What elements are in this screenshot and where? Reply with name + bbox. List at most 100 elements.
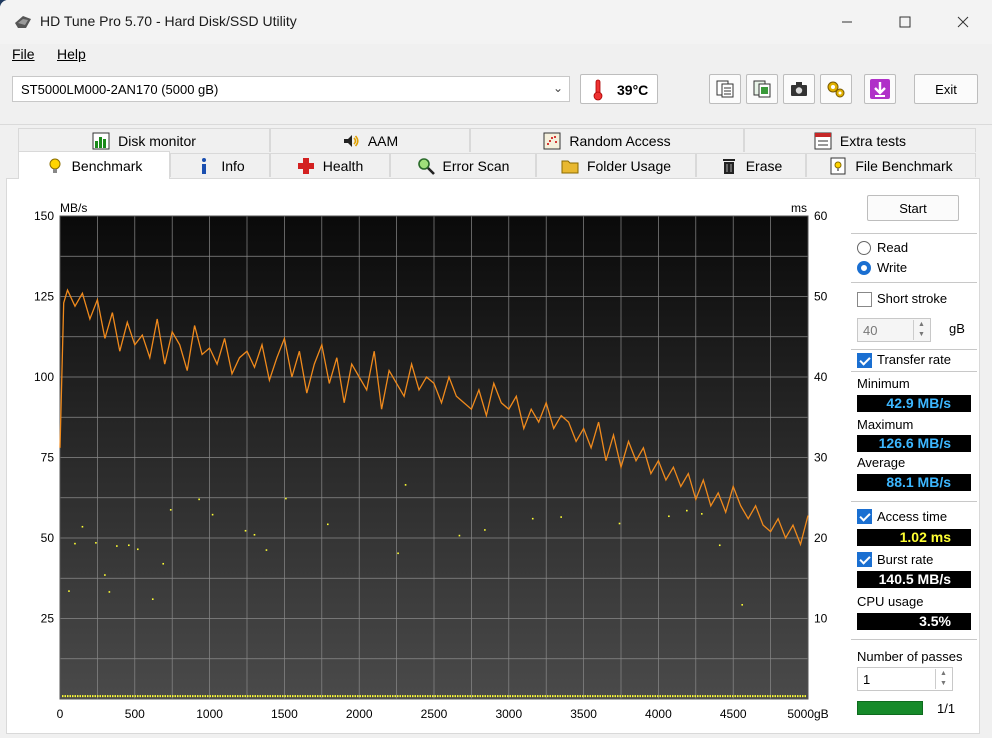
tab-file-benchmark[interactable]: File Benchmark bbox=[806, 153, 976, 177]
options-button[interactable] bbox=[820, 74, 852, 104]
access-time-checkbox[interactable] bbox=[857, 509, 872, 524]
info-icon bbox=[202, 157, 207, 174]
access-time-point bbox=[560, 516, 562, 518]
tab-erase[interactable]: Erase bbox=[696, 153, 806, 177]
copy-info-icon bbox=[753, 80, 771, 98]
tab-info[interactable]: Info bbox=[170, 153, 270, 177]
x-tick-label: 3000 bbox=[495, 707, 522, 721]
divider bbox=[851, 639, 977, 640]
x-tick-label: 1500 bbox=[271, 707, 298, 721]
write-label: Write bbox=[877, 260, 908, 275]
tab-aam[interactable]: AAM bbox=[270, 128, 470, 152]
save-button[interactable] bbox=[864, 74, 896, 104]
health-cross-icon bbox=[297, 157, 314, 174]
divider bbox=[851, 233, 977, 234]
average-value: 88.1 MB/s bbox=[857, 474, 971, 491]
tab-benchmark[interactable]: Benchmark bbox=[18, 151, 170, 179]
toolbar: ST5000LM000-2AN170 (5000 gB) ⌄ 39°C Exit bbox=[0, 66, 992, 120]
random-access-icon bbox=[543, 132, 561, 149]
x-tick-label: 1000 bbox=[196, 707, 223, 721]
menu-bar: File Help bbox=[0, 44, 992, 66]
screenshot-button[interactable] bbox=[783, 74, 815, 104]
start-button[interactable]: Start bbox=[867, 195, 959, 221]
menu-file-label: File bbox=[12, 46, 35, 62]
maximum-label: Maximum bbox=[857, 417, 914, 432]
exit-button[interactable]: Exit bbox=[914, 74, 978, 104]
y-right-tick-label: 40 bbox=[814, 370, 828, 384]
menu-help[interactable]: Help bbox=[57, 46, 86, 62]
close-icon bbox=[957, 16, 969, 28]
access-time-point bbox=[162, 562, 165, 565]
read-label: Read bbox=[877, 240, 909, 255]
access-time-point bbox=[531, 517, 534, 520]
x-tick-label: 2000 bbox=[346, 707, 373, 721]
access-time-point bbox=[211, 513, 214, 516]
maximize-icon bbox=[899, 16, 911, 28]
access-time-point bbox=[668, 515, 670, 518]
burst-rate-checkbox[interactable] bbox=[857, 552, 872, 567]
window-title: HD Tune Pro 5.70 - Hard Disk/SSD Utility bbox=[40, 13, 297, 29]
tab-folder-usage[interactable]: Folder Usage bbox=[536, 153, 696, 177]
tab-label: Info bbox=[221, 157, 245, 174]
access-time-value: 1.02 ms bbox=[857, 529, 971, 546]
copy-info-button[interactable] bbox=[746, 74, 778, 104]
close-button[interactable] bbox=[934, 0, 992, 44]
camera-icon bbox=[791, 82, 807, 96]
speaker-icon bbox=[343, 134, 359, 147]
drive-select[interactable]: ST5000LM000-2AN170 (5000 gB) ⌄ bbox=[12, 76, 570, 102]
tab-label: Health bbox=[322, 157, 364, 174]
y-right-tick-label: 50 bbox=[814, 290, 828, 304]
tab-extra-tests[interactable]: Extra tests bbox=[744, 128, 976, 152]
divider bbox=[851, 371, 977, 372]
stroke-size-value: 40 bbox=[863, 323, 878, 338]
passes-label: Number of passes bbox=[857, 649, 963, 664]
y-left-tick-label: 100 bbox=[34, 370, 54, 384]
cpu-usage-label: CPU usage bbox=[857, 594, 924, 609]
access-time-point bbox=[326, 523, 329, 526]
minimize-button[interactable] bbox=[818, 0, 876, 44]
chart-svg: MB/s ms 0 500 1000 1500 2000 2500 3000 3500 4000… bbox=[34, 201, 829, 721]
menu-file[interactable]: File bbox=[12, 46, 35, 62]
cpu-usage-value: 3.5% bbox=[857, 613, 971, 630]
drive-select-value: ST5000LM000-2AN170 (5000 gB) bbox=[21, 82, 219, 97]
tab-label: Disk monitor bbox=[118, 132, 196, 149]
write-radio[interactable] bbox=[857, 261, 871, 275]
stepper-arrows-icon[interactable]: ▲ ▼ bbox=[935, 669, 951, 689]
stroke-size-stepper[interactable]: 40 ▲ ▼ bbox=[857, 318, 931, 342]
y-right-tick-label: 30 bbox=[814, 451, 828, 465]
access-time-point bbox=[244, 529, 247, 532]
tab-random-access[interactable]: Random Access bbox=[470, 128, 744, 152]
copy-text-button[interactable] bbox=[709, 74, 741, 104]
folder-icon bbox=[561, 160, 579, 173]
maximum-value: 126.6 MB/s bbox=[857, 435, 971, 452]
access-time-point bbox=[700, 513, 703, 515]
extra-tests-icon bbox=[814, 132, 832, 149]
tab-label: Benchmark bbox=[71, 157, 143, 174]
title-bar: HD Tune Pro 5.70 - Hard Disk/SSD Utility bbox=[0, 0, 992, 44]
divider bbox=[851, 501, 977, 502]
passes-stepper[interactable]: 1 ▲ ▼ bbox=[857, 667, 953, 691]
benchmark-panel: MB/s ms 0 500 1000 1500 2000 2500 3000 3500 4000… bbox=[6, 178, 980, 734]
access-time-point bbox=[136, 548, 139, 551]
transfer-rate-chart: MB/s ms 0 500 1000 1500 2000 2500 3000 3500 4000… bbox=[7, 179, 847, 735]
y-left-tick-label: 75 bbox=[41, 451, 55, 465]
control-panel: Start Read Write Short stroke 40 ▲ ▼ gB T… bbox=[849, 179, 979, 735]
maximize-button[interactable] bbox=[876, 0, 934, 44]
y-left-tick-label: 50 bbox=[41, 531, 55, 545]
short-stroke-checkbox[interactable] bbox=[857, 292, 872, 307]
access-time-point bbox=[104, 574, 106, 576]
access-time-point bbox=[265, 549, 268, 551]
tab-disk-monitor[interactable]: Disk monitor bbox=[18, 128, 270, 152]
tab-health[interactable]: Health bbox=[270, 153, 390, 177]
x-tick-label: 0 bbox=[57, 707, 64, 721]
transfer-rate-checkbox[interactable] bbox=[857, 353, 872, 368]
tab-error-scan[interactable]: Error Scan bbox=[390, 153, 536, 177]
x-tick-label: 4000 bbox=[645, 707, 672, 721]
x-tick-label: 4500 bbox=[720, 707, 747, 721]
minimum-value: 42.9 MB/s bbox=[857, 395, 971, 412]
stepper-arrows-icon[interactable]: ▲ ▼ bbox=[913, 320, 929, 340]
trash-icon bbox=[722, 158, 735, 174]
tab-label: Erase bbox=[745, 157, 783, 174]
read-radio[interactable] bbox=[857, 241, 871, 255]
y-right-tick-label: 10 bbox=[814, 612, 828, 626]
